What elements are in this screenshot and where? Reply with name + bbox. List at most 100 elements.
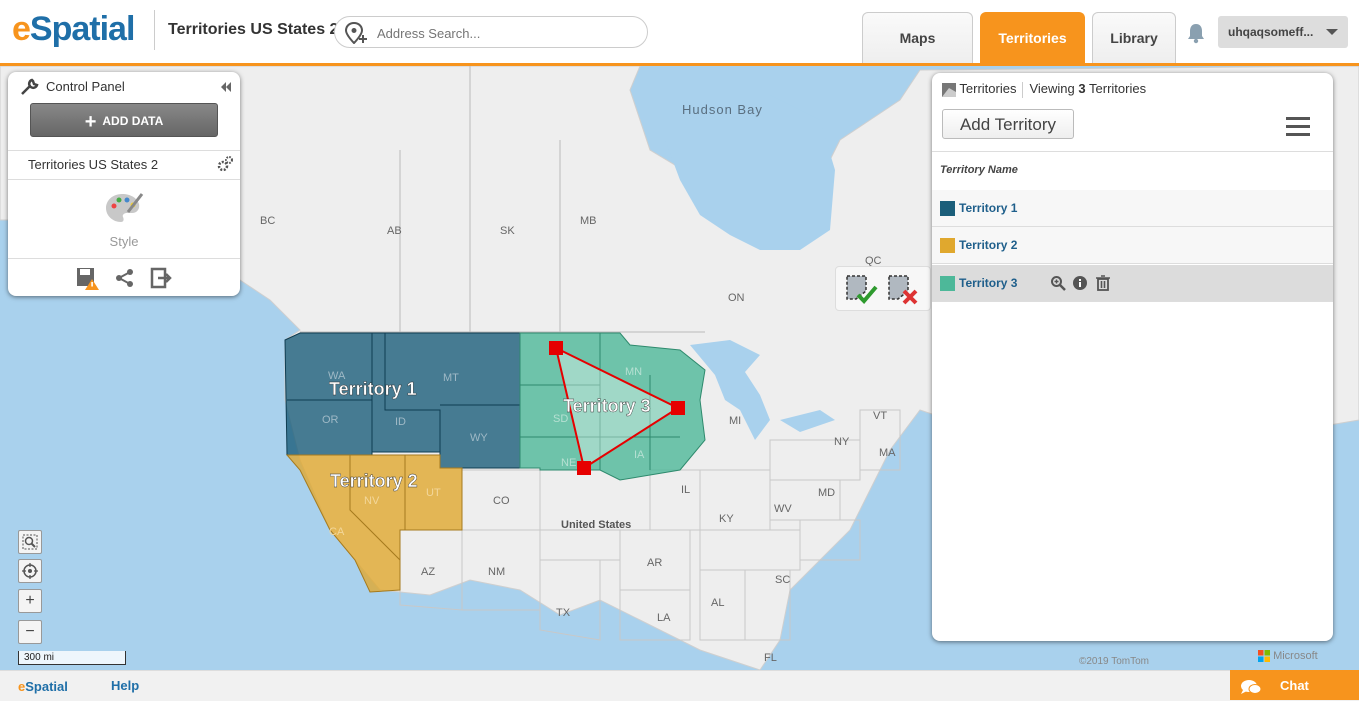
header-divider bbox=[154, 10, 155, 50]
territory-2-label: Territory 2 bbox=[330, 471, 418, 491]
territory-name[interactable]: Territory 3 bbox=[959, 276, 1017, 290]
place-label: SK bbox=[500, 225, 515, 237]
place-label: MI bbox=[729, 415, 741, 427]
zoom-out-button[interactable]: − bbox=[18, 620, 42, 644]
footer-logo[interactable]: eSpatial bbox=[18, 679, 68, 694]
microsoft-logo: Microsoft bbox=[1258, 650, 1318, 663]
plus-icon: + bbox=[25, 592, 35, 609]
place-label: IA bbox=[634, 449, 645, 461]
territory-row[interactable]: Territory 1 bbox=[932, 190, 1333, 227]
minus-icon: − bbox=[25, 623, 35, 640]
place-label: NY bbox=[834, 436, 850, 448]
selection-handle[interactable] bbox=[549, 341, 563, 355]
place-label: CO bbox=[493, 495, 510, 507]
cancel-selection-icon[interactable] bbox=[886, 273, 920, 305]
territories-panel: Territories Viewing 3 Territories Add Ter… bbox=[932, 73, 1333, 641]
plus-icon: + bbox=[84, 110, 97, 133]
save-warning-icon[interactable] bbox=[76, 267, 100, 291]
selection-handle[interactable] bbox=[577, 461, 591, 475]
territory-name[interactable]: Territory 1 bbox=[959, 201, 1017, 215]
gears-icon[interactable] bbox=[216, 155, 234, 173]
scale-bar: 300 mi bbox=[18, 651, 126, 665]
add-data-button[interactable]: + ADD DATA bbox=[30, 103, 218, 137]
user-menu[interactable]: uhqaqsomeff... bbox=[1218, 16, 1348, 48]
territory-1-label: Territory 1 bbox=[329, 379, 417, 399]
color-swatch bbox=[940, 238, 955, 253]
search-input[interactable] bbox=[375, 23, 639, 43]
territory-name[interactable]: Territory 2 bbox=[959, 238, 1017, 252]
selection-handle[interactable] bbox=[671, 401, 685, 415]
address-search[interactable] bbox=[334, 16, 648, 48]
place-label: UT bbox=[426, 487, 441, 499]
logo-text: Spatial bbox=[29, 10, 135, 48]
info-icon[interactable] bbox=[1072, 275, 1088, 291]
place-label: IL bbox=[681, 484, 690, 496]
locate-button[interactable] bbox=[18, 559, 42, 583]
control-panel-footer bbox=[8, 258, 240, 297]
collapse-icon[interactable] bbox=[220, 82, 232, 92]
selection-tools bbox=[835, 266, 931, 311]
place-label: AR bbox=[647, 557, 662, 569]
chat-bubble-icon bbox=[1241, 680, 1262, 694]
chat-label: Chat bbox=[1280, 678, 1309, 693]
layer-item[interactable]: Territories US States 2 bbox=[8, 150, 240, 180]
palette-icon[interactable] bbox=[104, 192, 144, 226]
bell-icon[interactable] bbox=[1186, 22, 1206, 44]
place-label: United States bbox=[561, 519, 631, 531]
crosshair-icon bbox=[22, 563, 38, 579]
add-territory-button[interactable]: Add Territory bbox=[942, 109, 1074, 139]
row-actions bbox=[1050, 275, 1111, 296]
column-header-territory-name[interactable]: Territory Name bbox=[940, 164, 1018, 176]
territory-3-label: Territory 3 bbox=[563, 396, 651, 416]
breadcrumb-territories[interactable]: Territories bbox=[959, 81, 1016, 96]
control-panel-title: Control Panel bbox=[46, 79, 125, 94]
zoom-in-button[interactable]: + bbox=[18, 589, 42, 613]
territories-icon bbox=[942, 82, 956, 97]
espatial-logo[interactable]: eSpatial bbox=[12, 10, 135, 49]
map-copyright: ©2019 TomTom bbox=[1079, 656, 1149, 667]
confirm-selection-icon[interactable] bbox=[844, 273, 878, 305]
tab-library[interactable]: Library bbox=[1092, 12, 1176, 63]
place-label: FL bbox=[764, 652, 777, 664]
place-label: MN bbox=[625, 366, 642, 378]
place-label: AB bbox=[387, 225, 402, 237]
place-label: NE bbox=[561, 457, 576, 469]
footer-logo-text: Spatial bbox=[25, 679, 68, 694]
microsoft-text: Microsoft bbox=[1273, 650, 1318, 662]
place-label: Hudson Bay bbox=[682, 102, 763, 117]
app-header: eSpatial Territories US States 2 Maps Te… bbox=[0, 0, 1359, 66]
hamburger-menu-icon[interactable] bbox=[1286, 117, 1310, 141]
zoom-extent-icon bbox=[22, 534, 38, 550]
place-label: VT bbox=[873, 410, 887, 422]
chat-button[interactable]: Chat bbox=[1230, 670, 1359, 700]
chevron-down-icon bbox=[1326, 29, 1338, 35]
place-label: TX bbox=[556, 607, 571, 619]
place-label: SC bbox=[775, 574, 790, 586]
place-label: MD bbox=[818, 487, 835, 499]
tab-maps[interactable]: Maps bbox=[862, 12, 973, 63]
territory-row[interactable]: Territory 2 bbox=[932, 227, 1333, 264]
location-pin-icon bbox=[345, 22, 367, 44]
place-label: WY bbox=[470, 432, 488, 444]
place-label: LA bbox=[657, 612, 671, 624]
territory-row-selected[interactable]: Territory 3 bbox=[932, 265, 1333, 302]
place-label: MT bbox=[443, 372, 459, 384]
zoom-to-extent-button[interactable] bbox=[18, 530, 42, 554]
viewing-suffix: Territories bbox=[1089, 81, 1147, 96]
place-label: OR bbox=[322, 414, 339, 426]
place-label: BC bbox=[260, 215, 275, 227]
territory-table-header[interactable]: Territory Name bbox=[932, 151, 1333, 191]
control-panel: Control Panel + ADD DATA Territories US S… bbox=[8, 72, 240, 296]
color-swatch bbox=[940, 201, 955, 216]
trash-icon[interactable] bbox=[1095, 275, 1111, 291]
layer-name: Territories US States 2 bbox=[28, 157, 159, 172]
export-icon[interactable] bbox=[150, 267, 172, 289]
wrench-icon bbox=[21, 78, 39, 95]
zoom-to-icon[interactable] bbox=[1050, 275, 1066, 291]
help-link[interactable]: Help bbox=[111, 678, 139, 693]
share-icon[interactable] bbox=[115, 268, 135, 288]
place-label: NV bbox=[364, 495, 380, 507]
style-label: Style bbox=[109, 234, 139, 249]
place-label: MA bbox=[879, 447, 896, 459]
tab-territories[interactable]: Territories bbox=[980, 12, 1085, 63]
